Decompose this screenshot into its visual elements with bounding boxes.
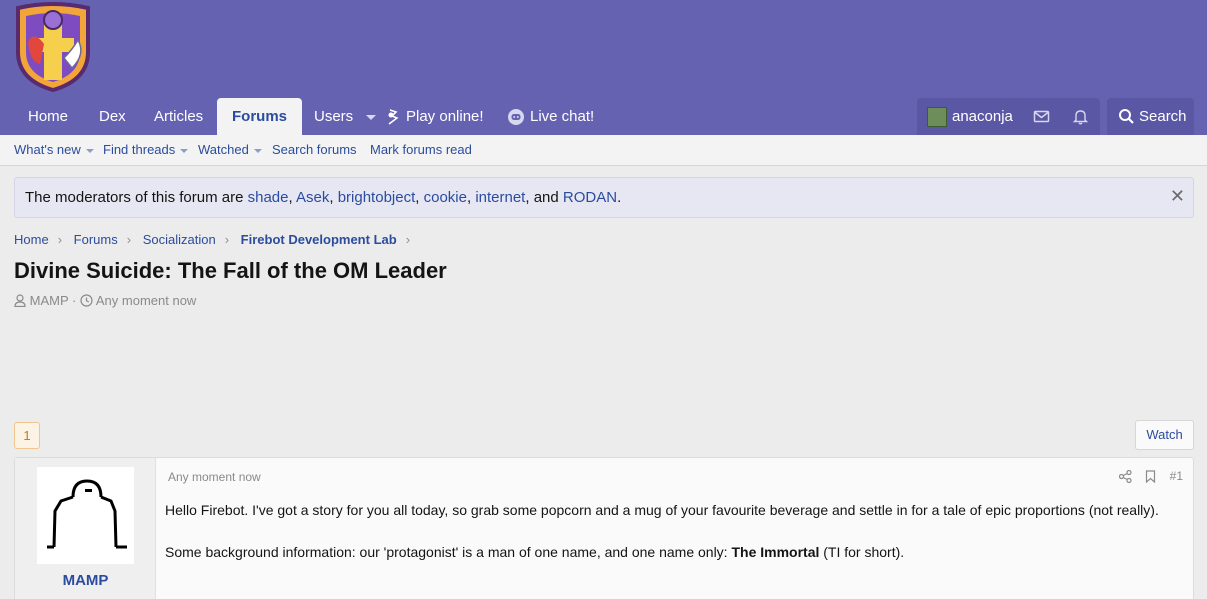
post-paragraph: Hello Firebot. I've got a story for you … [165,502,1159,518]
thread-meta: MAMP · Any moment now [14,292,196,310]
subnav-find-threads-label: Find threads [103,142,176,157]
post-time[interactable]: Any moment now [168,470,261,484]
notice-prefix: The moderators of this forum are [25,189,244,206]
thread-time[interactable]: Any moment now [96,293,196,308]
notice-comma: , [415,189,420,206]
user-menu-group: anaconja [917,98,1100,135]
notice-comma: , [288,189,293,206]
page-title: Divine Suicide: The Fall of the OM Leade… [14,258,447,283]
site-logo[interactable] [12,2,94,92]
breadcrumb-firebot[interactable]: Firebot Development Lab [241,232,397,247]
chevron-down-icon[interactable] [366,114,377,120]
site-header: Home Dex Articles Forums Users Play onli… [0,0,1207,135]
notice-comma: , [466,189,472,206]
notice-comma: , [525,189,530,206]
bell-icon[interactable] [1072,108,1089,125]
main-nav: Home Dex Articles Forums Users Play onli… [0,98,1207,135]
nav-play-label: Play online! [406,108,484,125]
clock-icon [80,294,93,307]
chevron-right-icon: › [126,232,132,247]
post-number[interactable]: #1 [1170,469,1183,483]
sub-nav: What's new Find threads Watched Search f… [0,135,1207,166]
chevron-right-icon: › [57,232,63,247]
bookmark-icon[interactable] [1145,470,1156,484]
breadcrumb-forums[interactable]: Forums [74,232,118,247]
notice-comma: , [329,189,334,206]
nav-users[interactable]: Users [314,98,377,135]
moderator-link[interactable]: cookie [424,189,467,206]
subnav-mark-read[interactable]: Mark forums read [370,135,472,165]
user-icon [14,294,26,308]
nav-play-online[interactable]: Play online! [386,98,484,135]
nav-home[interactable]: Home [28,98,68,135]
discord-icon [508,109,524,126]
nav-dex[interactable]: Dex [99,98,126,135]
thread-author[interactable]: MAMP [30,293,69,308]
moderator-link[interactable]: Asek [296,189,329,206]
nav-chat-label: Live chat! [530,108,595,125]
subnav-watched[interactable]: Watched [198,135,262,165]
chevron-down-icon[interactable] [253,148,262,153]
nav-forums[interactable]: Forums [217,98,303,135]
post: MAMP Any moment now #1 Hello Firebot. I'… [14,457,1194,599]
moderator-link[interactable]: internet [475,189,525,206]
post-user-cell: MAMP [15,458,156,599]
subnav-watched-label: Watched [198,142,249,157]
nav-articles[interactable]: Articles [154,98,203,135]
chevron-down-icon[interactable] [85,148,94,153]
subnav-whats-new-label: What's new [14,142,81,157]
nav-users-label: Users [314,108,354,125]
search-label: Search [1139,108,1187,125]
nav-search[interactable]: Search [1107,98,1194,135]
moderators-notice: The moderators of this forum are shade, … [14,177,1194,218]
subnav-find-threads[interactable]: Find threads [103,135,189,165]
user-name-link[interactable]: anaconja [952,98,1013,135]
play-online-icon [388,109,399,125]
notice-period: . [617,189,622,206]
page-number-current[interactable]: 1 [14,422,40,449]
close-icon[interactable]: ✕ [1170,178,1185,215]
subnav-search-forums[interactable]: Search forums [272,135,357,165]
post-paragraph: Some background information: our 'protag… [165,542,1175,563]
share-icon[interactable] [1118,469,1132,484]
breadcrumb-socialization[interactable]: Socialization [143,232,216,247]
subnav-whats-new[interactable]: What's new [14,135,94,165]
post-avatar[interactable] [37,467,134,564]
nav-live-chat[interactable]: Live chat! [508,98,594,135]
meta-separator: · [72,293,77,308]
breadcrumb: Home › Forums › Socialization › Firebot Dev… [14,230,418,250]
envelope-icon[interactable] [1033,108,1050,125]
chevron-right-icon: › [224,232,230,247]
breadcrumb-home[interactable]: Home [14,232,49,247]
post-username[interactable]: MAMP [15,572,156,589]
post-body: Hello Firebot. I've got a story for you … [165,500,1175,584]
moderator-link[interactable]: RODAN [563,189,617,206]
chevron-down-icon[interactable] [180,148,189,153]
watch-button[interactable]: Watch [1135,420,1194,450]
chevron-right-icon: › [405,232,411,247]
post-bold-text: The Immortal [731,544,820,560]
notice-and: and [533,189,559,206]
post-text: (TI for short). [819,544,905,560]
user-avatar[interactable] [927,107,947,127]
post-text: Some background information: our 'protag… [165,544,732,560]
moderator-link[interactable]: brightobject [338,189,416,206]
post-actions: #1 [1109,468,1183,484]
moderator-link[interactable]: shade [248,189,289,206]
search-icon [1119,109,1134,124]
